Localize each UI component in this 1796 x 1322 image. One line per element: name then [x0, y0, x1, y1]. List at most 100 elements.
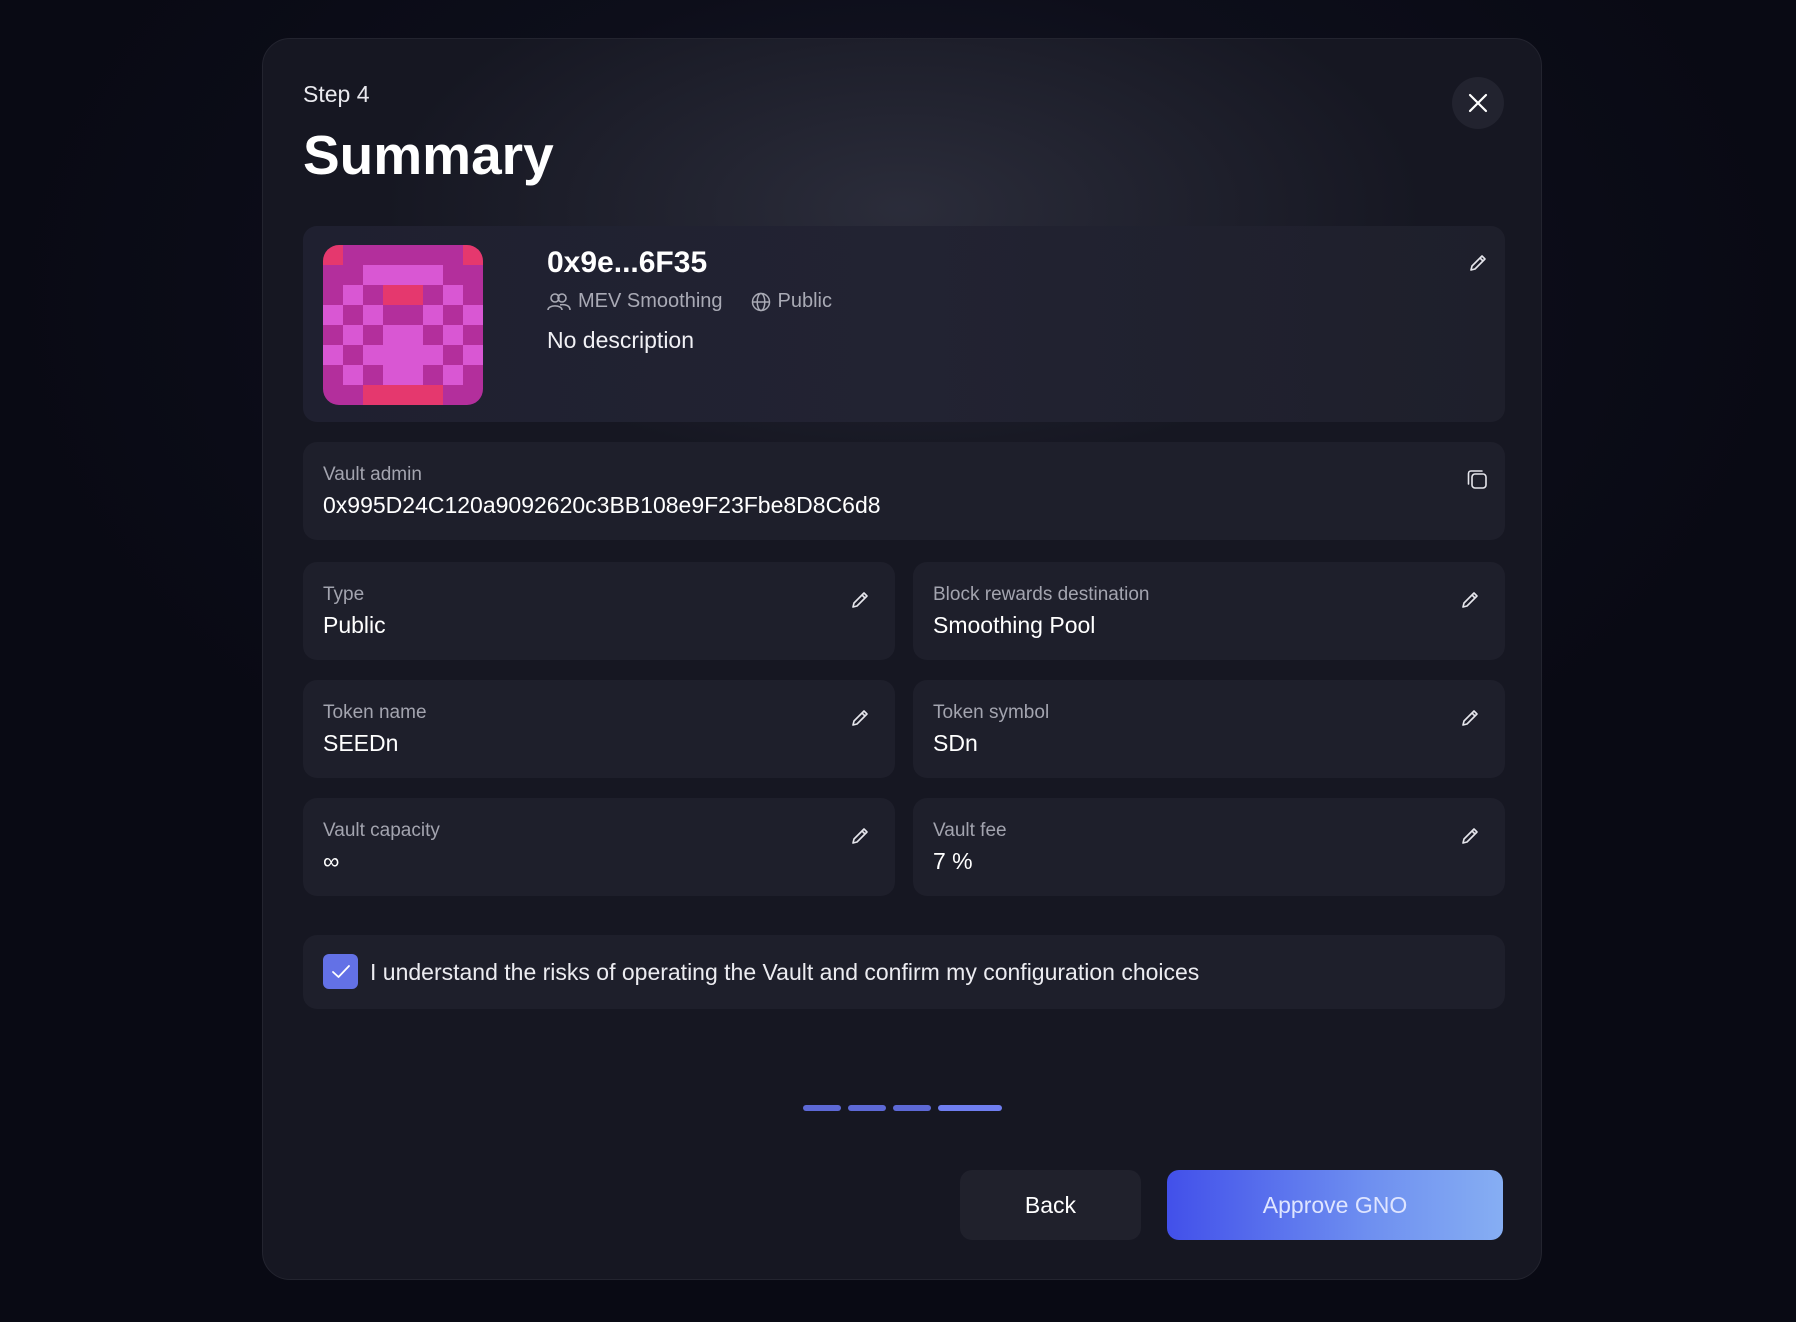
avatar-pixel [383, 285, 403, 305]
avatar-pixel [423, 385, 443, 405]
avatar-pixel [403, 345, 423, 365]
pencil-icon [852, 592, 868, 608]
vault-admin-card: Vault admin 0x995D24C120a9092620c3BB108e… [303, 442, 1505, 540]
rewards-label: Block rewards destination [933, 584, 1150, 605]
vault-capacity-value: ∞ [323, 848, 340, 874]
vault-avatar [323, 245, 483, 405]
avatar-pixel [403, 325, 423, 345]
token-symbol-value: SDn [933, 730, 978, 756]
pencil-icon [1462, 828, 1478, 844]
avatar-pixel [363, 325, 383, 345]
pencil-icon [852, 828, 868, 844]
avatar-pixel [383, 245, 403, 265]
approve-button[interactable]: Approve GNO [1167, 1170, 1503, 1240]
avatar-pixel [423, 365, 443, 385]
avatar-pixel [443, 345, 463, 365]
avatar-pixel [383, 265, 403, 285]
avatar-pixel [443, 265, 463, 285]
progress-step [893, 1105, 931, 1111]
vault-fee-value: 7 % [933, 848, 973, 874]
avatar-pixel [343, 345, 363, 365]
type-card: Type Public [303, 562, 895, 660]
confirm-text: I understand the risks of operating the … [370, 959, 1200, 985]
edit-token-symbol-button[interactable] [1457, 705, 1483, 731]
avatar-pixel [403, 305, 423, 325]
edit-capacity-button[interactable] [847, 823, 873, 849]
confirm-card: I understand the risks of operating the … [303, 935, 1505, 1009]
avatar-pixel [363, 345, 383, 365]
step-label: Step 4 [303, 81, 370, 107]
avatar-pixel [383, 365, 403, 385]
avatar-pixel [463, 265, 483, 285]
token-name-card: Token name SEEDn [303, 680, 895, 778]
edit-fee-button[interactable] [1457, 823, 1483, 849]
type-value: Public [323, 612, 386, 638]
avatar-pixel [463, 385, 483, 405]
vault-fee-label: Vault fee [933, 820, 1007, 841]
avatar-pixel [443, 385, 463, 405]
avatar-pixel [343, 265, 363, 285]
pencil-icon [1462, 592, 1478, 608]
type-label: Type [323, 584, 365, 605]
avatar-pixel [363, 385, 383, 405]
token-name-label: Token name [323, 702, 427, 723]
copy-icon [1467, 470, 1487, 489]
avatar-pixel [323, 365, 343, 385]
avatar-pixel [323, 245, 343, 265]
avatar-pixel [383, 345, 403, 365]
edit-rewards-button[interactable] [1457, 587, 1483, 613]
avatar-pixel [463, 365, 483, 385]
pencil-icon [852, 710, 868, 726]
vault-fee-card: Vault fee 7 % [913, 798, 1505, 896]
avatar-pixel [343, 365, 363, 385]
avatar-pixel [383, 305, 403, 325]
avatar-pixel [463, 245, 483, 265]
avatar-pixel [323, 285, 343, 305]
vault-capacity-label: Vault capacity [323, 820, 440, 841]
avatar-pixel [463, 305, 483, 325]
avatar-pixel [463, 325, 483, 345]
avatar-pixel [423, 305, 443, 325]
avatar-pixel [343, 245, 363, 265]
close-button[interactable] [1452, 77, 1504, 129]
copy-admin-button[interactable] [1464, 466, 1490, 492]
avatar-pixel [323, 325, 343, 345]
avatar-pixel [403, 245, 423, 265]
avatar-pixel [323, 305, 343, 325]
avatar-pixel [383, 385, 403, 405]
avatar-pixel [363, 265, 383, 285]
avatar-pixel [443, 245, 463, 265]
visibility-tag: Public [751, 290, 832, 313]
edit-type-button[interactable] [847, 587, 873, 613]
users-icon [547, 292, 571, 310]
back-button[interactable]: Back [960, 1170, 1141, 1240]
edit-vault-icon[interactable] [1465, 250, 1491, 276]
avatar-pixel [403, 385, 423, 405]
vault-address: 0x9e...6F35 [547, 246, 708, 279]
avatar-pixel [343, 385, 363, 405]
page-title: Summary [303, 124, 554, 186]
step-progress [803, 1105, 1002, 1111]
avatar-pixel [403, 365, 423, 385]
token-name-value: SEEDn [323, 730, 399, 756]
avatar-pixel [423, 285, 443, 305]
edit-token-name-button[interactable] [847, 705, 873, 731]
vault-overview-card: 0x9e...6F35 MEV Smoothing Public No desc… [303, 226, 1505, 422]
avatar-pixel [403, 265, 423, 285]
avatar-pixel [363, 245, 383, 265]
rewards-value: Smoothing Pool [933, 612, 1096, 638]
vault-admin-value: 0x995D24C120a9092620c3BB108e9F23Fbe8D8C6… [323, 492, 881, 518]
progress-step [803, 1105, 841, 1111]
vault-meta: MEV Smoothing Public [547, 290, 832, 313]
avatar-pixel [443, 365, 463, 385]
confirm-checkbox[interactable] [323, 954, 358, 989]
summary-modal: Step 4 Summary 0x9e...6F35 MEV Smoothing [262, 38, 1542, 1280]
avatar-pixel [463, 285, 483, 305]
avatar-pixel [323, 385, 343, 405]
close-icon [1468, 93, 1488, 113]
progress-step [848, 1105, 886, 1111]
vault-description: No description [547, 327, 695, 353]
pencil-icon [1470, 255, 1486, 271]
vault-admin-label: Vault admin [323, 464, 422, 485]
avatar-pixel [403, 285, 423, 305]
